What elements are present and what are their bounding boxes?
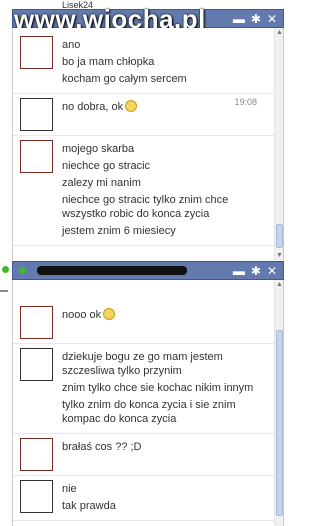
message-text: niechce go stracic	[62, 160, 151, 172]
message-text: dziekuje bogu ze go mam jestem szczesliw…	[62, 351, 223, 377]
video-camera-icon[interactable]: ▬	[233, 13, 245, 25]
redaction-bar	[37, 266, 187, 275]
close-icon[interactable]: ✕	[267, 265, 277, 277]
online-status-dot	[19, 267, 26, 274]
avatar[interactable]	[20, 140, 53, 173]
scroll-thumb-1[interactable]	[276, 224, 283, 248]
message-text: bo ja mam chłopka	[62, 56, 155, 68]
avatar[interactable]	[20, 348, 53, 381]
scroll-down-arrow[interactable]: ▼	[275, 251, 284, 260]
avatar[interactable]	[20, 36, 53, 69]
message-text: znim tylko chce sie kochac nikim innym	[62, 382, 254, 394]
scrollbar-1[interactable]: ▲ ▼	[274, 28, 283, 260]
message-text: zalezy mi nanim	[62, 177, 141, 189]
chat-window-1: ano bo ja mam chłopka kocham go całym serc…	[12, 28, 284, 260]
avatar[interactable]	[20, 438, 53, 471]
message-lines: mojego skarba niechce go stracic zalezy mi…	[62, 140, 283, 241]
message-lines: ano bo ja mam chłopka kocham go całym serc…	[62, 36, 283, 89]
message-text: tak prawda	[62, 500, 116, 512]
message-lines: nie tak prawda	[62, 480, 283, 516]
message-text: tylko znim do konca zycia i sie znim kom…	[62, 399, 236, 425]
left-strip	[0, 0, 12, 526]
message-group: dziekuje bogu ze go mam jestem szczesliw…	[13, 344, 283, 434]
message-group: brałaś cos ?? ;D	[13, 434, 283, 476]
chat-header-2[interactable]: ▬ ✱ ✕	[12, 261, 284, 280]
message-text: nie	[62, 483, 77, 495]
message-group: mojego skarba niechce go stracic zalezy mi…	[13, 136, 283, 246]
gear-icon[interactable]: ✱	[251, 13, 261, 25]
message-group: ano bo ja mam chłopka kocham go całym serc…	[13, 28, 283, 94]
scroll-up-arrow[interactable]: ▲	[275, 28, 284, 37]
message-group: nooo ok	[13, 280, 283, 344]
message-text: jestem znim 6 miesiecy	[62, 225, 176, 237]
message-text: mojego skarba	[62, 143, 135, 155]
message-text: ano	[62, 39, 81, 51]
message-timestamp: 19:08	[234, 97, 257, 107]
message-text: niechce go stracic tylko znim chce wszys…	[62, 194, 229, 220]
message-lines: nooo ok	[62, 306, 283, 339]
divider-mark	[0, 290, 8, 292]
smiley-emoji-icon	[103, 308, 116, 320]
scrollbar-2[interactable]: ▲	[274, 280, 283, 526]
message-text: brałaś cos ?? ;D	[62, 441, 142, 453]
message-lines: brałaś cos ?? ;D	[62, 438, 283, 471]
scroll-thumb-2[interactable]	[276, 330, 283, 516]
avatar[interactable]	[20, 480, 53, 513]
video-camera-icon[interactable]: ▬	[233, 265, 245, 277]
message-text: nooo ok	[62, 308, 265, 322]
gear-icon[interactable]: ✱	[251, 265, 261, 277]
message-lines: dziekuje bogu ze go mam jestem szczesliw…	[62, 348, 283, 429]
smiley-emoji-icon	[125, 100, 138, 112]
message-text: kocham go całym sercem	[62, 73, 187, 85]
online-indicator	[2, 266, 9, 273]
avatar[interactable]	[20, 98, 53, 131]
message-group: nie tak prawda	[13, 476, 283, 521]
chat-window-2: nooo ok dziekuje bogu ze go mam jestem sz…	[12, 280, 284, 526]
scroll-up-arrow[interactable]: ▲	[275, 280, 284, 289]
avatar[interactable]	[20, 306, 53, 339]
close-icon[interactable]: ✕	[267, 13, 277, 25]
message-group: no dobra, ok 19:08	[13, 94, 283, 136]
